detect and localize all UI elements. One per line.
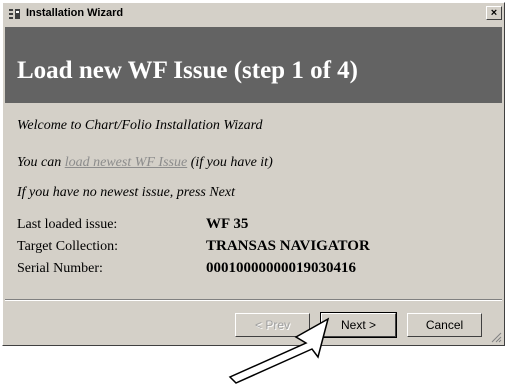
- load-issue-line: You can load newest WF Issue (if you hav…: [17, 155, 273, 171]
- target-collection-label: Target Collection:: [17, 239, 119, 254]
- title-bar[interactable]: Installation Wizard ×: [4, 4, 503, 24]
- target-collection-value: TRANSAS NAVIGATOR: [206, 238, 370, 254]
- close-icon: ×: [490, 7, 498, 19]
- serial-number-value: 00010000000019030416: [206, 260, 356, 276]
- load-suffix-text: (if you have it): [187, 155, 273, 170]
- wizard-step-title: Load new WF Issue (step 1 of 4): [17, 57, 358, 84]
- divider-light: [5, 300, 502, 301]
- cancel-button[interactable]: Cancel: [407, 313, 482, 337]
- last-loaded-issue-value: WF 35: [206, 216, 249, 232]
- load-newest-issue-link[interactable]: load newest WF Issue: [65, 155, 187, 170]
- serial-number-label: Serial Number:: [17, 261, 103, 276]
- pointer-arrow-icon: [228, 317, 330, 384]
- resize-grip-icon[interactable]: [490, 331, 502, 343]
- load-prefix-text: You can: [17, 155, 65, 170]
- installation-wizard-dialog: Installation Wizard × Load new WF Issue …: [2, 2, 505, 346]
- app-icon: [8, 8, 21, 20]
- window-title: Installation Wizard: [26, 7, 124, 19]
- close-button[interactable]: ×: [486, 6, 502, 20]
- wizard-header: Load new WF Issue (step 1 of 4): [5, 27, 502, 103]
- next-hint-text: If you have no newest issue, press Next: [17, 185, 235, 200]
- last-loaded-issue-label: Last loaded issue:: [17, 217, 118, 232]
- welcome-text: Welcome to Chart/Folio Installation Wiza…: [17, 118, 263, 133]
